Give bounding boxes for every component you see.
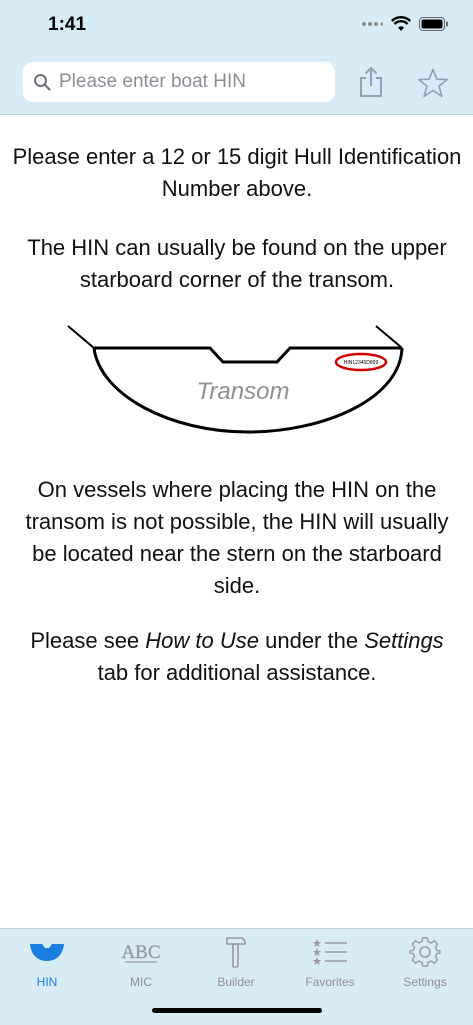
transom-label: Transom (197, 378, 290, 405)
status-icons (361, 16, 449, 32)
help-text-3: tab for additional assistance. (97, 660, 377, 685)
hin-search-input[interactable] (57, 70, 321, 94)
battery-icon (419, 17, 448, 31)
hin-search-bar[interactable] (23, 62, 335, 102)
boat-hull-icon (30, 944, 64, 961)
tab-mic-label: MIC (130, 975, 152, 989)
status-bar: 1:41 (0, 0, 473, 52)
share-icon (360, 66, 382, 97)
wifi-icon (391, 16, 411, 31)
svg-text:ABC: ABC (121, 942, 160, 963)
transom-diagram: Transom HIN12345D899 (67, 325, 404, 434)
tab-builder[interactable]: Builder (201, 935, 271, 991)
tab-favorites[interactable]: Favorites (295, 935, 365, 991)
signal-icon (362, 22, 383, 26)
hin-length-instruction: Please enter a 12 or 15 digit Hull Ident… (12, 144, 462, 201)
how-to-use-reference: How to Use (145, 628, 259, 653)
status-time: 1:41 (48, 14, 87, 35)
settings-reference: Settings (364, 628, 444, 653)
tab-favorites-label: Favorites (305, 975, 355, 989)
alternate-location-instruction: On vessels where placing the HIN on the … (25, 477, 449, 598)
hammer-icon (226, 937, 246, 968)
tab-settings-label: Settings (403, 975, 447, 989)
search-icon (34, 74, 51, 91)
tab-mic[interactable]: ABC MIC (106, 935, 176, 991)
hin-location-instruction: The HIN can usually be found on the uppe… (27, 235, 447, 292)
tab-hin-label: HIN (36, 975, 58, 989)
star-icon (418, 68, 448, 98)
favorite-button[interactable] (416, 66, 450, 100)
navigation-header: 1:41 (0, 0, 473, 115)
share-button[interactable] (354, 64, 388, 100)
tab-builder-label: Builder (217, 975, 255, 989)
help-reference: Please see How to Use under the Settings… (12, 625, 462, 689)
abc-text-icon: ABC (121, 942, 160, 963)
hin-plate-text: HIN12345D899 (344, 360, 379, 366)
tab-settings[interactable]: Settings (390, 935, 460, 991)
help-text-1: Please see (30, 628, 146, 653)
home-indicator (152, 1008, 322, 1013)
star-list-icon (312, 939, 347, 965)
gear-icon (409, 937, 441, 967)
help-text-2: under the (259, 628, 365, 653)
tab-hin[interactable]: HIN (12, 935, 82, 991)
